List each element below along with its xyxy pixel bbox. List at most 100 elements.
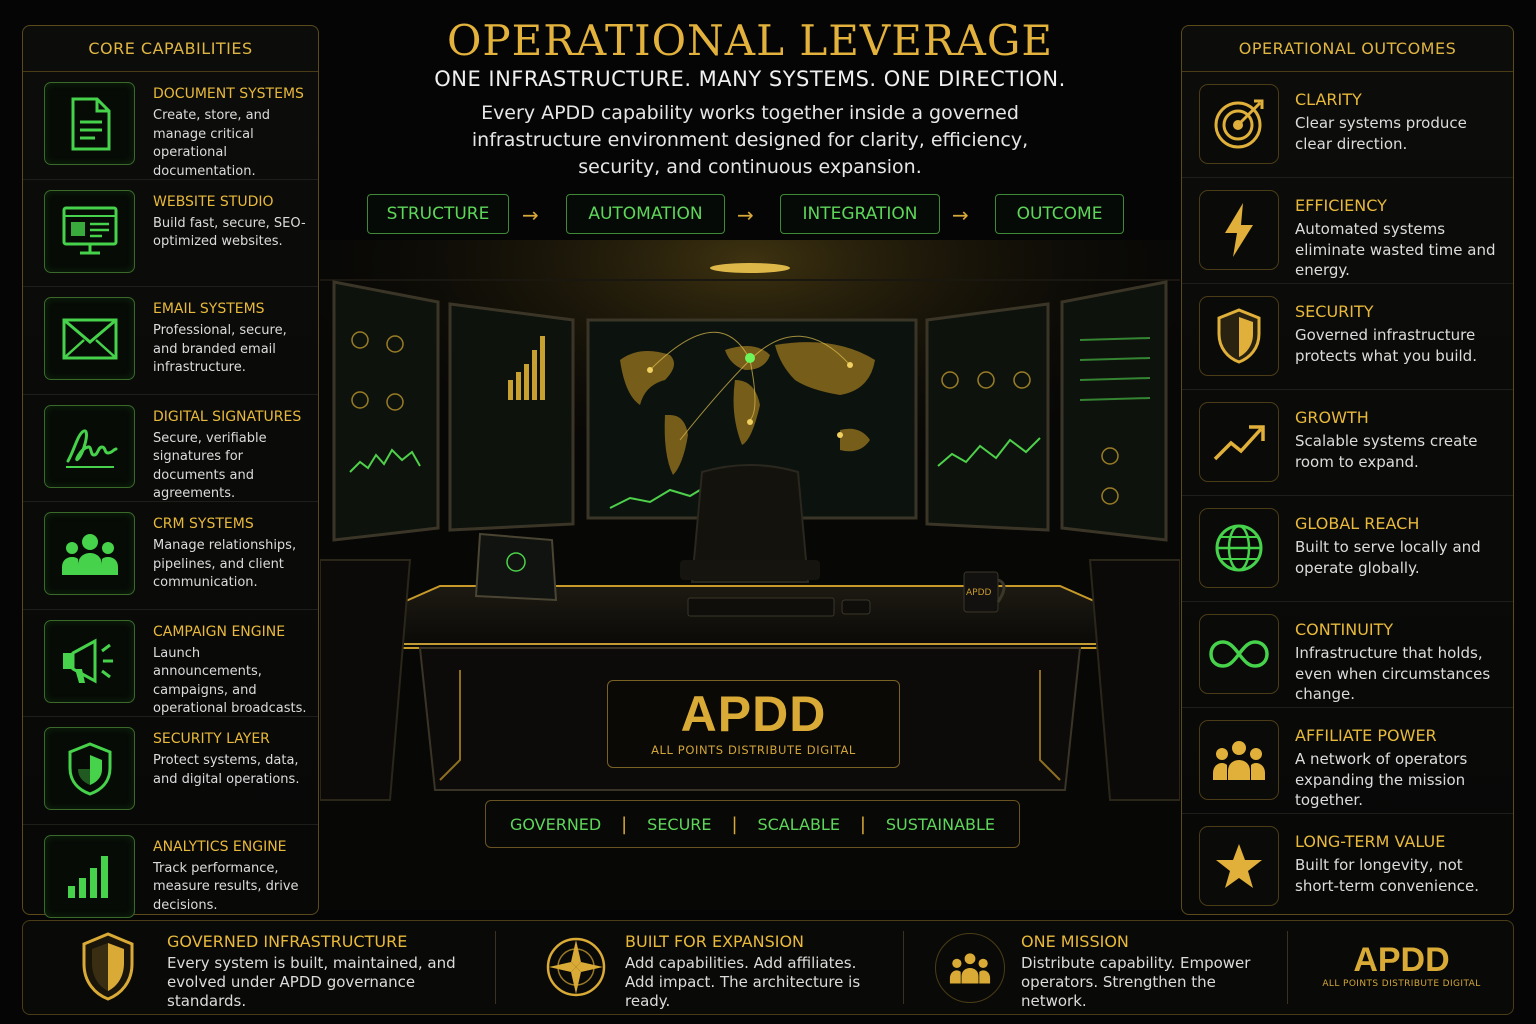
capability-title: CRM SYSTEMS [153,516,254,532]
capability-digital-signatures[interactable]: DIGITAL SIGNATURES Secure, verifiable si… [23,395,318,502]
capability-crm-systems[interactable]: CRM SYSTEMS Manage relationships, pipeli… [23,502,318,610]
globe-icon [1199,508,1279,588]
outcome-title: CONTINUITY [1295,620,1394,639]
capability-website-studio[interactable]: WEBSITE STUDIO Build fast, secure, SEO-o… [23,180,318,287]
tagline: ONE INFRASTRUCTURE. MANY SYSTEMS. ONE DI… [434,67,1066,91]
capability-title: EMAIL SYSTEMS [153,301,265,317]
outcome-title: EFFICIENCY [1295,196,1387,215]
capability-title: ANALYTICS ENGINE [153,838,287,855]
capability-email-systems[interactable]: EMAIL SYSTEMS Professional, secure, and … [23,287,318,395]
group-icon [935,933,1005,1003]
star-icon [1199,826,1279,906]
group-icon [1199,720,1279,800]
capability-desc: Protect systems, data, and digital opera… [153,753,300,787]
capability-document-systems[interactable]: DOCUMENT SYSTEMS Create, store, and mana… [23,72,318,180]
bottom-one-mission: ONE MISSION Distribute capability. Empow… [905,921,1285,1014]
outcome-desc: Infrastructure that holds, even when cir… [1295,644,1491,703]
arrow-right-icon: → [522,203,539,227]
capability-desc: Secure, verifiable signatures for docume… [153,430,267,502]
core-capabilities-panel: CORE CAPABILITIES DOCUMENT SYSTEMS Creat… [22,25,319,918]
value-scalable: SCALABLE [757,814,840,834]
page-title: OPERATIONAL LEVERAGE [446,16,1054,65]
capability-desc: Manage relationships, pipelines, and cli… [153,538,297,590]
operational-outcomes-panel: OPERATIONAL OUTCOMES CLARITY Clear syste… [1181,25,1514,915]
capability-title: CAMPAIGN ENGINE [153,623,286,640]
outcome-efficiency[interactable]: EFFICIENCY Automated systems eliminate w… [1182,178,1513,284]
flow-step-automation: AUTOMATION [566,194,725,234]
capability-campaign-engine[interactable]: CAMPAIGN ENGINE Launch announcements, ca… [23,610,318,717]
outcome-desc: A network of operators expanding the mis… [1295,750,1468,809]
signature-icon [44,404,135,488]
outcome-title: SECURITY [1295,302,1374,321]
capability-title: DOCUMENT SYSTEMS [153,86,304,102]
outcome-long-term-value[interactable]: LONG-TERM VALUE Built for longevity, not… [1182,814,1513,920]
values-bar: GOVERNED | SECURE | SCALABLE | SUSTAINAB… [485,800,1020,848]
capability-title: SECURITY LAYER [153,731,270,747]
shield-icon [79,931,137,1007]
flow-step-integration: INTEGRATION [780,194,940,234]
infinity-icon [1199,614,1279,694]
bar-chart-icon [44,834,135,918]
capability-desc: Launch announcements, campaigns, and ope… [153,645,307,717]
outcome-desc: Built to serve locally and operate globa… [1295,538,1481,577]
bottom-governed-infrastructure: GOVERNED INFRASTRUCTURE Every system is … [23,921,493,1014]
capability-title: DIGITAL SIGNATURES [153,408,302,425]
capability-desc: Professional, secure, and branded email … [153,323,287,375]
mug-label: APDD [966,588,992,598]
outcome-affiliate-power[interactable]: AFFILIATE POWER A network of operators e… [1182,708,1513,814]
shield-icon [44,727,135,810]
outcome-title: LONG-TERM VALUE [1295,832,1446,851]
divider [903,931,904,1004]
arrow-right-icon: → [737,203,754,227]
value-governed: GOVERNED [509,814,602,834]
megaphone-icon [44,619,135,703]
outcome-title: CLARITY [1295,90,1362,109]
users-icon [44,512,135,595]
arrow-right-icon: → [952,203,969,227]
flow-step-outcome: OUTCOME [995,194,1124,234]
envelope-icon [44,297,135,380]
footer-logo-subtitle: ALL POINTS DISTRIBUTE DIGITAL [1322,979,1481,989]
capability-analytics-engine[interactable]: ANALYTICS ENGINE Track performance, meas… [23,825,318,933]
outcome-desc: Scalable systems create room to expand. [1295,432,1478,471]
outcome-growth[interactable]: GROWTH Scalable systems create room to e… [1182,390,1513,496]
lightning-icon [1199,190,1279,270]
value-separator: | [621,813,628,835]
footer-logo-text: APDD [1353,941,1450,979]
outcome-continuity[interactable]: CONTINUITY Infrastructure that holds, ev… [1182,602,1513,708]
bottom-title: BUILT FOR EXPANSION [625,932,805,951]
core-capabilities-title: CORE CAPABILITIES [23,26,318,72]
bottom-title: ONE MISSION [1021,932,1129,951]
value-separator: | [859,813,866,835]
outcome-global-reach[interactable]: GLOBAL REACH Built to serve locally and … [1182,496,1513,602]
operational-outcomes-title: OPERATIONAL OUTCOMES [1182,26,1513,72]
brand-logo: APDD [680,686,827,742]
shield-icon [1199,296,1279,376]
capability-security-layer[interactable]: SECURITY LAYER Protect systems, data, an… [23,717,318,825]
outcome-clarity[interactable]: CLARITY Clear systems produce clear dire… [1182,72,1513,178]
value-secure: SECURE [647,814,712,834]
monitor-icon [44,189,135,273]
trend-up-icon [1199,402,1279,482]
capability-desc: Create, store, and manage critical opera… [153,108,271,179]
outcome-desc: Automated systems eliminate wasted time … [1295,220,1496,279]
capability-desc: Track performance, measure results, driv… [153,860,299,913]
divider [495,931,496,1004]
outcome-title: GROWTH [1295,408,1369,427]
outcome-security[interactable]: SECURITY Governed infrastructure protect… [1182,284,1513,390]
flow-step-structure: STRUCTURE [367,194,509,234]
outcome-desc: Governed infrastructure protects what yo… [1295,326,1477,365]
value-sustainable: SUSTAINABLE [885,814,996,834]
document-icon [44,82,135,165]
value-separator: | [731,813,738,835]
capability-title: WEBSITE STUDIO [153,193,274,210]
brand-subtitle: ALL POINTS DISTRIBUTE DIGITAL [651,743,856,757]
capability-desc: Build fast, secure, SEO-optimized websit… [153,215,306,250]
outcome-title: GLOBAL REACH [1295,514,1420,533]
footer-logo: APDD ALL POINTS DISTRIBUTE DIGITAL [1289,921,1514,1014]
bottom-built-for-expansion: BUILT FOR EXPANSION Add capabilities. Ad… [497,921,901,1014]
bottom-desc: Every system is built, maintained, and e… [167,954,456,1010]
bottom-bar: GOVERNED INFRASTRUCTURE Every system is … [22,920,1514,1015]
bottom-title: GOVERNED INFRASTRUCTURE [167,932,408,951]
compass-icon [541,932,611,1006]
